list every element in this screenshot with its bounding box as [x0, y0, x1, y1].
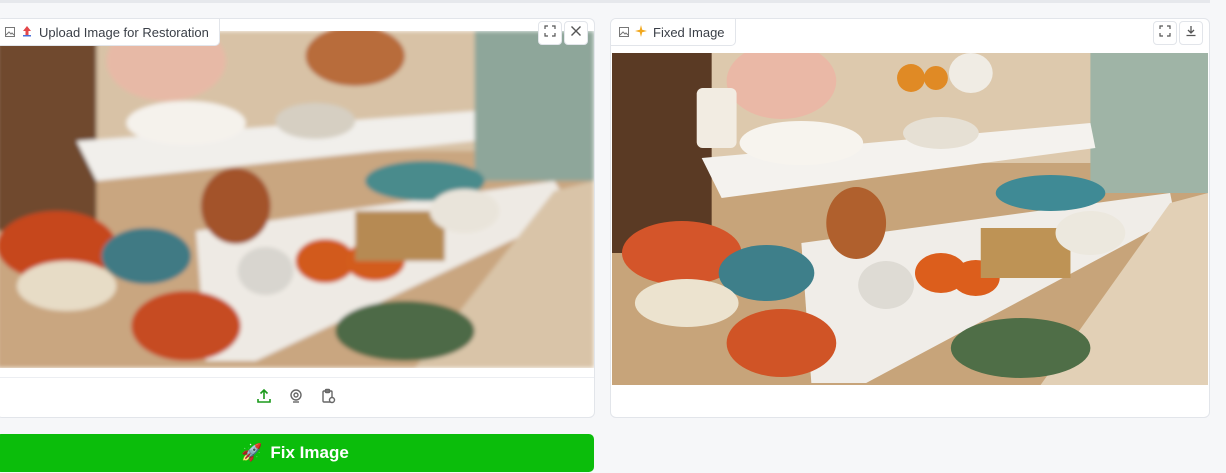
- output-label-text: Fixed Image: [653, 24, 725, 40]
- input-image: [0, 31, 594, 368]
- source-divider: [0, 377, 594, 378]
- rocket-icon: 🚀: [241, 443, 263, 462]
- fullscreen-button[interactable]: [1153, 21, 1177, 45]
- image-source-selector: [0, 385, 594, 411]
- input-label-text: Upload Image for Restoration: [39, 24, 209, 40]
- output-image-label: Fixed Image: [611, 19, 736, 46]
- image-icon: [619, 25, 629, 40]
- output-image-panel: Fixed Image: [610, 18, 1210, 418]
- input-image-label: Upload Image for Restoration: [0, 19, 220, 46]
- upload-icon: [256, 388, 272, 409]
- fix-image-label: Fix Image: [270, 443, 349, 462]
- output-image: [612, 53, 1208, 385]
- close-icon: [570, 24, 582, 42]
- top-divider: [0, 0, 1210, 3]
- download-button[interactable]: [1179, 21, 1203, 45]
- download-icon: [1185, 24, 1197, 42]
- image-icon: [5, 25, 15, 40]
- clear-image-button[interactable]: [564, 21, 588, 45]
- fullscreen-icon: [1159, 24, 1171, 42]
- webcam-source-button[interactable]: [285, 387, 307, 409]
- clipboard-icon: [320, 388, 336, 409]
- upload-image-emoji-icon: [21, 25, 33, 40]
- clipboard-source-button[interactable]: [317, 387, 339, 409]
- fullscreen-button[interactable]: [538, 21, 562, 45]
- input-image-panel: Upload Image for Restoration: [0, 18, 595, 418]
- sparkles-icon: [635, 24, 647, 40]
- webcam-icon: [288, 388, 304, 409]
- fix-image-button[interactable]: 🚀 Fix Image: [0, 434, 594, 472]
- fullscreen-icon: [544, 24, 556, 42]
- upload-source-button[interactable]: [253, 387, 275, 409]
